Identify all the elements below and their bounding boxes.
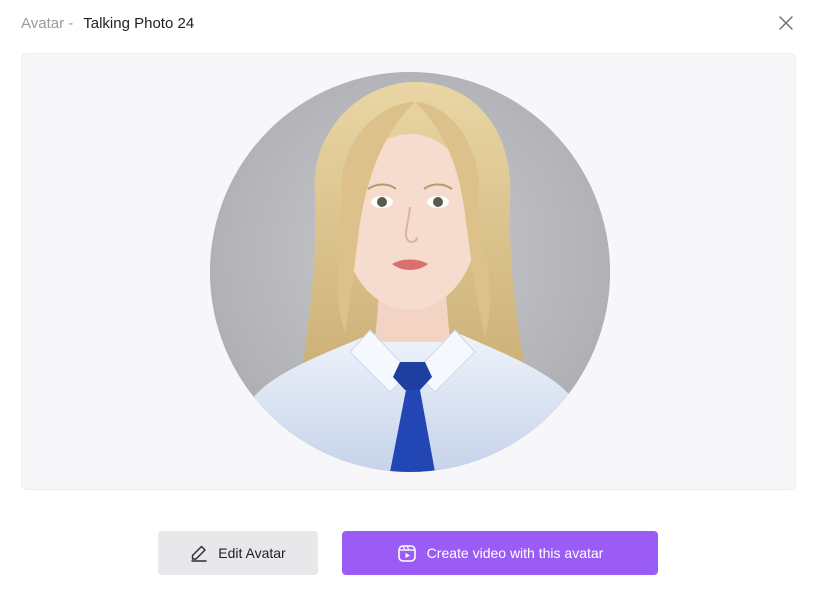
avatar-dialog: Avatar - Talking Photo 24 Edit Avatar Cr… [0,0,816,593]
video-icon [397,543,417,563]
pencil-icon [190,544,208,562]
create-video-button[interactable]: Create video with this avatar [342,531,658,575]
close-icon [779,16,793,30]
avatar-image [210,72,610,472]
title-prefix: Avatar - [21,14,74,32]
create-video-label: Create video with this avatar [426,545,604,561]
avatar-portrait [210,72,610,472]
close-button[interactable] [776,13,796,33]
action-bar: Edit Avatar Create video with this avata… [0,531,816,575]
dialog-header: Avatar - Talking Photo 24 [21,13,194,33]
avatar-preview-panel [21,53,796,490]
edit-avatar-button[interactable]: Edit Avatar [158,531,318,575]
avatar-name: Talking Photo 24 [83,14,195,32]
edit-avatar-label: Edit Avatar [218,545,286,561]
